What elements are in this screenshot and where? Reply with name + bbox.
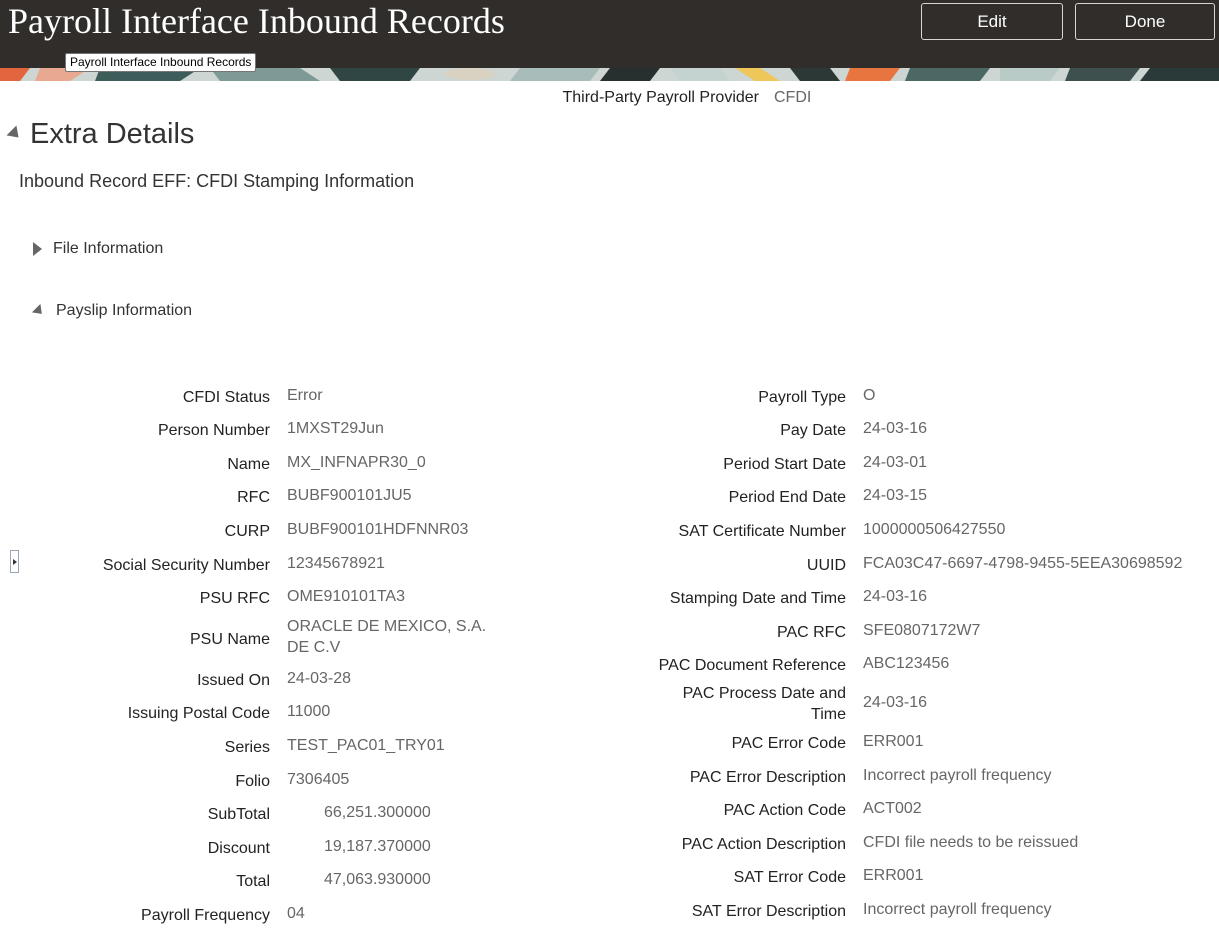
field-value: Incorrect payroll frequency: [863, 901, 1052, 918]
field-label: Period Start Date: [723, 456, 846, 473]
field-value: CFDI file needs to be reissued: [863, 834, 1079, 851]
field-value: BUBF900101HDFNNR03: [287, 521, 469, 538]
field-label: RFC: [237, 489, 270, 506]
field-label: Total: [236, 873, 270, 890]
field-value: MX_INFNAPR30_0: [287, 454, 426, 471]
field-value: TEST_PAC01_TRY01: [287, 737, 445, 754]
field-value: 24-03-28: [287, 670, 352, 687]
field-label: PAC RFC: [776, 624, 846, 641]
payslip-information-label: Payslip Information: [56, 302, 193, 319]
eff-title: Inbound Record EFF: CFDI Stamping Inform…: [19, 171, 415, 191]
field-value: 24-03-16: [863, 420, 928, 437]
payslip-information-header[interactable]: Payslip Information: [31, 301, 193, 321]
provider-label: Third-Party Payroll Provider: [562, 89, 760, 106]
field-value: 04: [287, 905, 305, 922]
field-label: Folio: [235, 773, 270, 790]
field-label: CFDI Status: [182, 389, 270, 406]
field-label: Series: [224, 739, 270, 756]
field-value: Error: [287, 387, 323, 404]
collapse-triangle-icon[interactable]: [6, 125, 24, 143]
field-value: ABC123456: [863, 655, 950, 672]
field-value: ERR001: [863, 867, 924, 884]
field-label: Payroll Frequency: [141, 907, 270, 924]
field-label: UUID: [806, 557, 846, 574]
field-label: Pay Date: [780, 422, 846, 439]
field-label: Period End Date: [728, 489, 846, 506]
field-value: ORACLE DE MEXICO, S.A. DE C.V: [287, 618, 487, 656]
field-value: 24-03-01: [863, 454, 928, 471]
extra-details-header[interactable]: Extra Details: [6, 116, 195, 152]
field-value: 47,063.930000: [324, 871, 431, 888]
field-value: 24-03-16: [863, 694, 928, 711]
field-value: 1MXST29Jun: [287, 420, 384, 437]
field-value: BUBF900101JU5: [287, 487, 412, 504]
field-value: OME910101TA3: [287, 588, 405, 605]
field-value: 1000000506427550: [863, 521, 1006, 538]
field-label: PAC Process Date and Time: [682, 685, 846, 723]
field-label: CURP: [224, 523, 270, 540]
title-tooltip: Payroll Interface Inbound Records: [65, 53, 257, 72]
field-label: Issuing Postal Code: [127, 705, 270, 722]
field-value: ACT002: [863, 800, 922, 817]
field-label: PAC Error Code: [731, 735, 846, 752]
field-value: 24-03-15: [863, 487, 928, 504]
field-label: PAC Action Description: [681, 836, 846, 853]
section-title: Extra Details: [30, 118, 195, 150]
field-label: PSU Name: [189, 631, 270, 648]
edit-button[interactable]: Edit: [921, 3, 1063, 40]
field-value: 11000: [287, 703, 331, 720]
field-value: 66,251.300000: [324, 804, 431, 821]
field-value: ERR001: [863, 733, 924, 750]
field-value: 24-03-16: [863, 588, 928, 605]
field-label: Person Number: [157, 422, 270, 439]
expand-triangle-icon[interactable]: [33, 242, 42, 256]
field-value: SFE0807172W7: [863, 622, 981, 639]
collapse-triangle-icon[interactable]: [31, 303, 47, 319]
file-information-label: File Information: [53, 240, 164, 257]
field-label: Discount: [207, 840, 270, 857]
field-value: 7306405: [287, 771, 350, 788]
field-label: Payroll Type: [758, 389, 846, 406]
field-label: PAC Action Code: [723, 802, 846, 819]
field-value: O: [863, 387, 876, 404]
field-label: SAT Error Description: [691, 903, 846, 920]
field-label: SubTotal: [207, 806, 270, 823]
field-label: Name: [227, 456, 270, 473]
done-button[interactable]: Done: [1075, 3, 1215, 40]
field-label: PSU RFC: [199, 590, 270, 607]
field-label: Stamping Date and Time: [669, 590, 846, 607]
field-label: Social Security Number: [102, 557, 270, 574]
field-label: PAC Document Reference: [658, 657, 846, 674]
field-label: Issued On: [197, 672, 270, 689]
field-label: PAC Error Description: [689, 769, 846, 786]
field-value: 19,187.370000: [324, 838, 431, 855]
field-value: FCA03C47-6697-4798-9455-5EEA30698592: [863, 555, 1183, 572]
field-value: Incorrect payroll frequency: [863, 767, 1052, 784]
field-value: 12345678921: [287, 555, 385, 572]
provider-value: CFDI: [774, 89, 812, 106]
page-title: Payroll Interface Inbound Records: [8, 1, 505, 41]
file-information-header[interactable]: File Information: [33, 239, 163, 259]
field-label: SAT Error Code: [733, 869, 846, 886]
field-label: SAT Certificate Number: [678, 523, 846, 540]
